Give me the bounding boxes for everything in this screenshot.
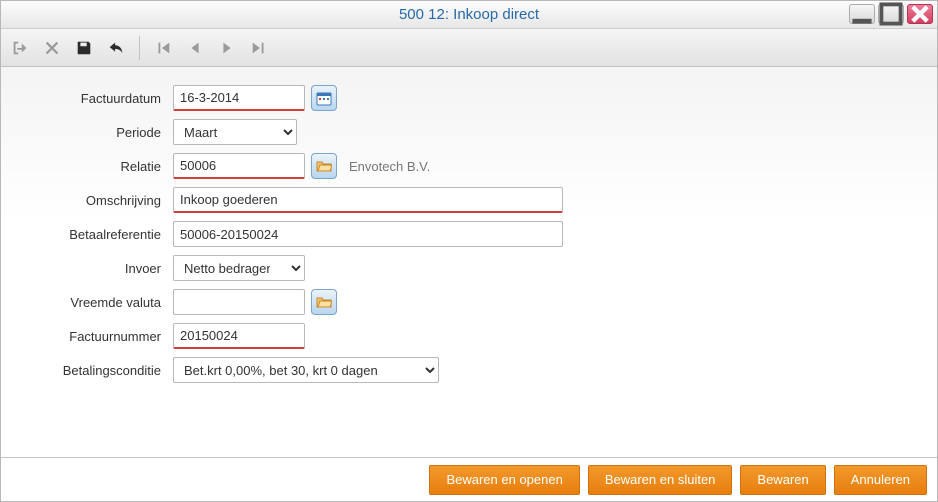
betcond-select[interactable]: Bet.krt 0,00%, bet 30, krt 0 dagen	[173, 357, 439, 383]
relatie-label: Relatie	[21, 159, 173, 174]
calendar-icon[interactable]	[311, 85, 337, 111]
invoer-label: Invoer	[21, 261, 173, 276]
undo-icon[interactable]	[105, 37, 127, 59]
omschrijving-input[interactable]	[173, 187, 563, 213]
delete-icon[interactable]	[41, 37, 63, 59]
button-bar: Bewaren en openen Bewaren en sluiten Bew…	[1, 457, 937, 501]
toolbar-separator	[139, 36, 140, 60]
last-record-icon[interactable]	[248, 37, 270, 59]
folder-open-icon[interactable]	[311, 153, 337, 179]
window-controls	[849, 4, 933, 24]
relatie-input[interactable]	[173, 153, 305, 179]
window-title: 500 12: Inkoop direct	[399, 6, 539, 23]
prev-record-icon[interactable]	[184, 37, 206, 59]
save-and-close-button[interactable]: Bewaren en sluiten	[588, 465, 733, 495]
factuurdatum-input[interactable]	[173, 85, 305, 111]
toolbar	[1, 29, 937, 67]
betaalref-label: Betaalreferentie	[21, 227, 173, 242]
minimize-button[interactable]	[849, 4, 875, 24]
save-icon[interactable]	[73, 37, 95, 59]
valuta-label: Vreemde valuta	[21, 295, 173, 310]
omschrijving-label: Omschrijving	[21, 193, 173, 208]
next-record-icon[interactable]	[216, 37, 238, 59]
factuurnr-label: Factuurnummer	[21, 329, 173, 344]
cancel-button[interactable]: Annuleren	[834, 465, 927, 495]
periode-label: Periode	[21, 125, 173, 140]
invoer-select[interactable]: Netto bedragen	[173, 255, 305, 281]
periode-select[interactable]: Maart	[173, 119, 297, 145]
dialog-window: 500 12: Inkoop direct	[0, 0, 938, 502]
titlebar: 500 12: Inkoop direct	[1, 1, 937, 29]
form-body: Factuurdatum Periode Maart Relatie Envo	[1, 67, 937, 457]
factuurnr-input[interactable]	[173, 323, 305, 349]
betcond-label: Betalingsconditie	[21, 363, 173, 378]
first-record-icon[interactable]	[152, 37, 174, 59]
valuta-input[interactable]	[173, 289, 305, 315]
folder-open-icon[interactable]	[311, 289, 337, 315]
factuurdatum-label: Factuurdatum	[21, 91, 173, 106]
exit-icon[interactable]	[9, 37, 31, 59]
relatie-name: Envotech B.V.	[349, 159, 430, 174]
betaalref-input[interactable]	[173, 221, 563, 247]
close-button[interactable]	[907, 4, 933, 24]
save-and-open-button[interactable]: Bewaren en openen	[429, 465, 579, 495]
maximize-button[interactable]	[878, 4, 904, 24]
save-button[interactable]: Bewaren	[740, 465, 825, 495]
